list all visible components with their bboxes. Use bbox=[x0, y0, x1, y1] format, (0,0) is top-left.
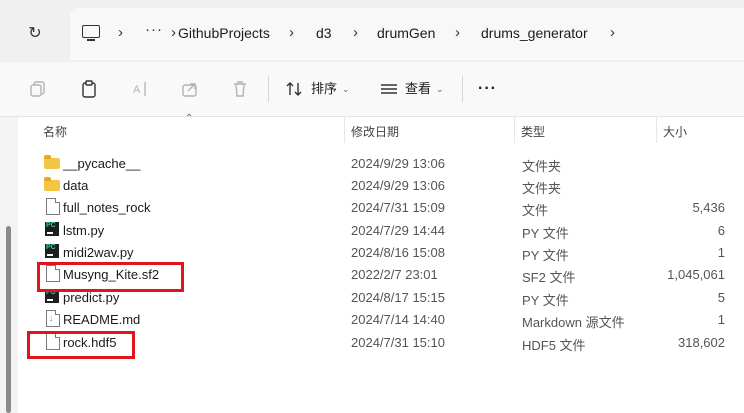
file-type: PY 文件 bbox=[522, 248, 569, 263]
file-type: SF2 文件 bbox=[522, 270, 576, 285]
file-name: full_notes_rock bbox=[63, 200, 151, 215]
file-type: PY 文件 bbox=[522, 226, 569, 241]
file-modified: 2024/7/14 14:40 bbox=[351, 312, 445, 327]
file-name: __pycache__ bbox=[63, 156, 141, 171]
chevron-down-icon[interactable]: ⌄ bbox=[342, 78, 350, 100]
file-type: 文件夹 bbox=[522, 181, 562, 196]
markdown-file-icon: ↓ bbox=[46, 310, 60, 327]
sort-ascending-icon: ⌃ bbox=[185, 113, 194, 124]
python-file-icon: PC bbox=[45, 222, 59, 236]
toolbar-divider bbox=[268, 76, 269, 102]
breadcrumb-item-drumgen[interactable]: drumGen bbox=[377, 25, 435, 41]
column-divider[interactable] bbox=[656, 117, 657, 143]
file-icon bbox=[46, 198, 60, 215]
breadcrumb-overflow[interactable]: ··· bbox=[145, 21, 163, 38]
more-options-button[interactable]: ··· bbox=[478, 78, 497, 100]
python-file-icon: PC bbox=[45, 244, 59, 258]
breadcrumb-item-githubprojects[interactable]: GithubProjects bbox=[178, 25, 270, 41]
column-header-name[interactable]: 名称 bbox=[43, 123, 67, 140]
share-icon[interactable] bbox=[181, 80, 199, 98]
chevron-right-icon[interactable]: › bbox=[353, 24, 358, 41]
file-modified: 2024/8/16 15:08 bbox=[351, 245, 445, 260]
view-button[interactable]: 查看 bbox=[405, 78, 431, 100]
column-divider[interactable] bbox=[514, 117, 515, 143]
chevron-down-icon[interactable]: ⌄ bbox=[436, 78, 444, 100]
delete-icon[interactable] bbox=[231, 80, 249, 98]
file-modified: 2024/7/29 14:44 bbox=[351, 223, 445, 238]
file-type: PY 文件 bbox=[522, 293, 569, 308]
file-row[interactable]: ↓ README.md 2024/7/14 14:40 Markdown 源文件… bbox=[22, 308, 744, 330]
file-modified: 2024/9/29 13:06 bbox=[351, 178, 445, 193]
svg-text:A: A bbox=[133, 84, 141, 96]
file-modified: 2024/8/17 15:15 bbox=[351, 290, 445, 305]
file-row[interactable]: full_notes_rock 2024/7/31 15:09 文件 5,436 bbox=[22, 196, 744, 218]
address-bar-area: ↻ › ··· › GithubProjects › d3 › drumGen … bbox=[0, 0, 744, 62]
copy-icon[interactable] bbox=[29, 80, 47, 98]
this-pc-icon[interactable] bbox=[82, 25, 100, 41]
file-name: data bbox=[63, 178, 89, 193]
file-type: 文件夹 bbox=[522, 159, 562, 174]
command-bar: A 排序 ⌄ 查看 ⌄ ··· bbox=[0, 62, 744, 117]
file-size: 6 bbox=[717, 223, 725, 238]
column-header-size[interactable]: 大小 bbox=[663, 123, 687, 140]
column-header-type[interactable]: 类型 bbox=[521, 123, 545, 140]
column-header-modified[interactable]: 修改日期 bbox=[351, 123, 399, 140]
file-name: lstm.py bbox=[63, 223, 105, 238]
highlight-box-musyng-kite bbox=[37, 262, 184, 292]
file-size: 318,602 bbox=[678, 335, 725, 350]
refresh-icon[interactable]: ↻ bbox=[26, 25, 44, 43]
chevron-right-icon[interactable]: › bbox=[455, 24, 460, 41]
file-size: 1,045,061 bbox=[667, 267, 725, 282]
file-name: midi2wav.py bbox=[63, 245, 134, 260]
sort-icon[interactable] bbox=[285, 80, 303, 98]
file-type: Markdown 源文件 bbox=[522, 315, 625, 330]
toolbar-divider bbox=[462, 76, 463, 102]
file-name: predict.py bbox=[63, 290, 120, 305]
breadcrumb-item-d3[interactable]: d3 bbox=[316, 25, 332, 41]
file-modified: 2022/2/7 23:01 bbox=[351, 267, 438, 282]
highlight-box-rock-hdf5 bbox=[27, 331, 135, 359]
file-type: 文件 bbox=[522, 203, 549, 218]
chevron-right-icon[interactable]: › bbox=[118, 24, 123, 41]
file-type: HDF5 文件 bbox=[522, 338, 586, 353]
rename-icon[interactable]: A bbox=[131, 80, 149, 98]
chevron-right-icon[interactable]: › bbox=[289, 24, 294, 41]
file-row[interactable]: data 2024/9/29 13:06 文件夹 bbox=[22, 174, 744, 196]
breadcrumb-item-drums-generator[interactable]: drums_generator bbox=[481, 25, 588, 41]
file-size: 5,436 bbox=[692, 200, 725, 215]
file-size: 5 bbox=[717, 290, 725, 305]
file-name: README.md bbox=[63, 312, 141, 327]
file-modified: 2024/7/31 15:09 bbox=[351, 200, 445, 215]
file-modified: 2024/9/29 13:06 bbox=[351, 156, 445, 171]
column-divider[interactable] bbox=[344, 117, 345, 143]
file-row[interactable]: PC midi2wav.py 2024/8/16 15:08 PY 文件 1 bbox=[22, 241, 744, 263]
folder-icon bbox=[44, 177, 60, 191]
view-icon[interactable] bbox=[380, 80, 398, 98]
file-row[interactable]: __pycache__ 2024/9/29 13:06 文件夹 bbox=[22, 152, 744, 174]
chevron-right-icon[interactable]: › bbox=[171, 24, 176, 41]
file-size: 1 bbox=[717, 312, 725, 327]
chevron-right-icon[interactable]: › bbox=[610, 24, 615, 41]
folder-icon bbox=[44, 155, 60, 169]
file-row[interactable]: PC lstm.py 2024/7/29 14:44 PY 文件 6 bbox=[22, 219, 744, 241]
scrollbar[interactable] bbox=[6, 226, 11, 413]
file-size: 1 bbox=[717, 245, 725, 260]
paste-icon[interactable] bbox=[80, 80, 98, 98]
file-modified: 2024/7/31 15:10 bbox=[351, 335, 445, 350]
sort-button[interactable]: 排序 bbox=[311, 78, 337, 100]
